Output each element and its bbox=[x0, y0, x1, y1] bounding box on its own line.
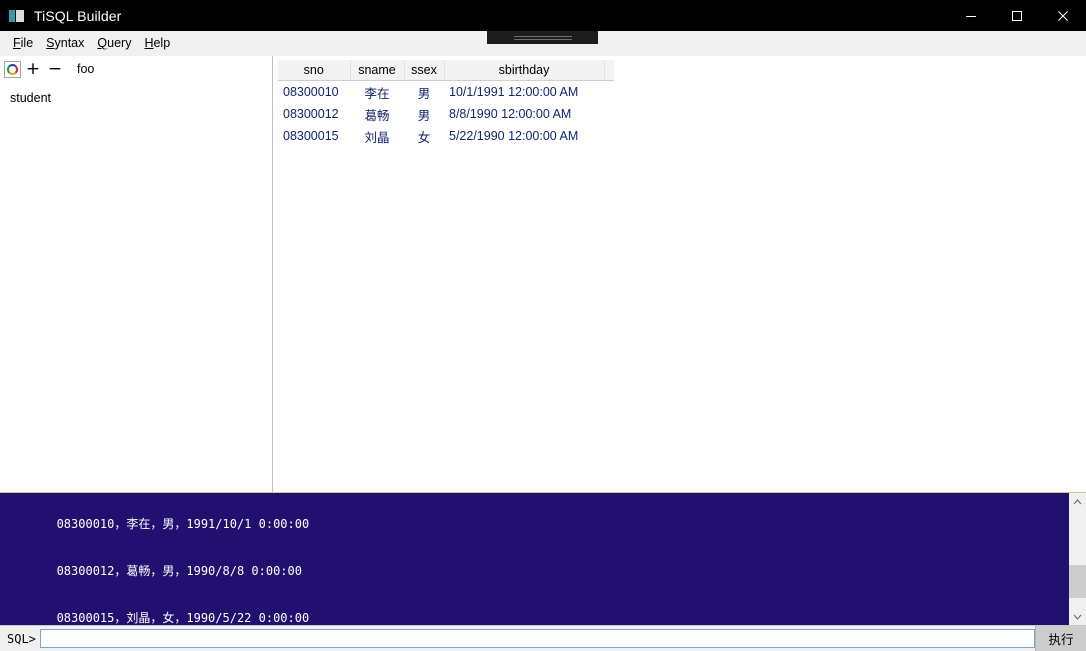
console-line: 08300010，李在，男，1991/10/1 0:00:00 bbox=[6, 517, 310, 532]
menu-rest-query: uery bbox=[107, 36, 132, 50]
window-controls bbox=[948, 0, 1086, 31]
maximize-button[interactable] bbox=[994, 0, 1040, 31]
refresh-button[interactable] bbox=[4, 60, 21, 78]
cell-sno: 08300010 bbox=[283, 85, 339, 99]
object-tree-panel: + − foo student bbox=[0, 56, 273, 492]
minimize-button[interactable] bbox=[948, 0, 994, 31]
window-drag-handle[interactable] bbox=[487, 31, 598, 44]
scroll-down-icon[interactable] bbox=[1069, 608, 1086, 625]
cell-sname: 葛畅 bbox=[364, 108, 390, 123]
cell-filler bbox=[604, 103, 614, 125]
execute-button[interactable]: 执行 bbox=[1035, 626, 1086, 651]
console-panel: 08300010，李在，男，1991/10/1 0:00:00 08300012… bbox=[0, 492, 1086, 625]
grid-header-filler bbox=[604, 60, 614, 81]
tree-toolbar: + − foo bbox=[0, 56, 272, 82]
cell-sno: 08300015 bbox=[283, 129, 339, 143]
cell-filler bbox=[604, 81, 614, 104]
cell-sname: 刘晶 bbox=[364, 130, 390, 145]
plus-icon: + bbox=[25, 58, 41, 79]
tree-node-student[interactable]: student bbox=[10, 88, 272, 108]
cell-ssex: 男 bbox=[417, 108, 431, 123]
remove-button[interactable]: − bbox=[45, 59, 65, 79]
app-window: TiSQL Builder File Syntax Query Help + −… bbox=[0, 0, 1086, 651]
minus-icon: − bbox=[47, 58, 63, 79]
scrollbar-thumb[interactable] bbox=[1069, 564, 1086, 599]
cell-ssex: 男 bbox=[417, 86, 431, 101]
menu-item-syntax[interactable]: Syntax bbox=[40, 34, 91, 52]
grid-header-sbirthday[interactable]: sbirthday bbox=[444, 60, 605, 81]
menu-rest-help: elp bbox=[153, 36, 171, 50]
menu-rest-syntax: yntax bbox=[54, 36, 85, 50]
cell-sno: 08300012 bbox=[283, 107, 339, 121]
refresh-icon bbox=[7, 63, 18, 75]
menu-accel-file: F bbox=[13, 36, 21, 50]
tree-body: student bbox=[0, 82, 272, 492]
sql-input[interactable] bbox=[39, 629, 1035, 648]
console-output[interactable]: 08300010，李在，男，1991/10/1 0:00:00 08300012… bbox=[0, 493, 1068, 625]
table-row[interactable]: 08300010 李在 男 10/1/1991 12:00:00 AM bbox=[278, 81, 614, 104]
title-bar: TiSQL Builder bbox=[0, 0, 1086, 31]
console-line: 08300012，葛畅，男，1990/8/8 0:00:00 bbox=[6, 563, 302, 578]
menu-item-file[interactable]: File bbox=[7, 34, 40, 52]
main-content: + − foo student sno sname ssex sbirthday bbox=[0, 56, 1086, 492]
menu-rest-file: ile bbox=[20, 36, 34, 50]
cell-filler bbox=[604, 125, 614, 147]
close-button[interactable] bbox=[1040, 0, 1086, 31]
menu-accel-query: Q bbox=[97, 36, 108, 50]
menu-item-help[interactable]: Help bbox=[138, 34, 177, 52]
grid-header-row: sno sname ssex sbirthday bbox=[278, 60, 614, 81]
console-scrollbar[interactable] bbox=[1068, 493, 1086, 625]
database-name-label: foo bbox=[77, 62, 95, 76]
window-title: TiSQL Builder bbox=[34, 7, 122, 24]
sql-input-bar: SQL> 执行 bbox=[0, 625, 1086, 651]
table-row[interactable]: 08300012 葛畅 男 8/8/1990 12:00:00 AM bbox=[278, 103, 614, 125]
cell-sname: 李在 bbox=[364, 86, 390, 101]
cell-sbirthday: 5/22/1990 12:00:00 AM bbox=[449, 129, 579, 143]
cell-sbirthday: 8/8/1990 12:00:00 AM bbox=[449, 107, 572, 121]
cell-ssex: 女 bbox=[417, 130, 431, 145]
menu-accel-syntax: S bbox=[46, 36, 55, 50]
sql-prompt-label: SQL> bbox=[7, 631, 36, 646]
result-grid: sno sname ssex sbirthday 08300010 李在 男 1… bbox=[278, 60, 614, 147]
app-icon bbox=[9, 8, 25, 24]
scroll-up-icon[interactable] bbox=[1069, 493, 1086, 510]
table-row[interactable]: 08300015 刘晶 女 5/22/1990 12:00:00 AM bbox=[278, 125, 614, 147]
scrollbar-track[interactable] bbox=[1069, 510, 1086, 608]
grid-header-sno[interactable]: sno bbox=[278, 60, 351, 81]
menu-item-query[interactable]: Query bbox=[91, 34, 138, 52]
grid-header-ssex[interactable]: ssex bbox=[404, 60, 445, 81]
grid-header-sname[interactable]: sname bbox=[350, 60, 405, 81]
console-line: 08300015，刘晶，女，1990/5/22 0:00:00 bbox=[6, 610, 310, 625]
result-grid-panel: sno sname ssex sbirthday 08300010 李在 男 1… bbox=[273, 56, 1086, 492]
cell-sbirthday: 10/1/1991 12:00:00 AM bbox=[449, 85, 579, 99]
add-button[interactable]: + bbox=[23, 59, 43, 79]
